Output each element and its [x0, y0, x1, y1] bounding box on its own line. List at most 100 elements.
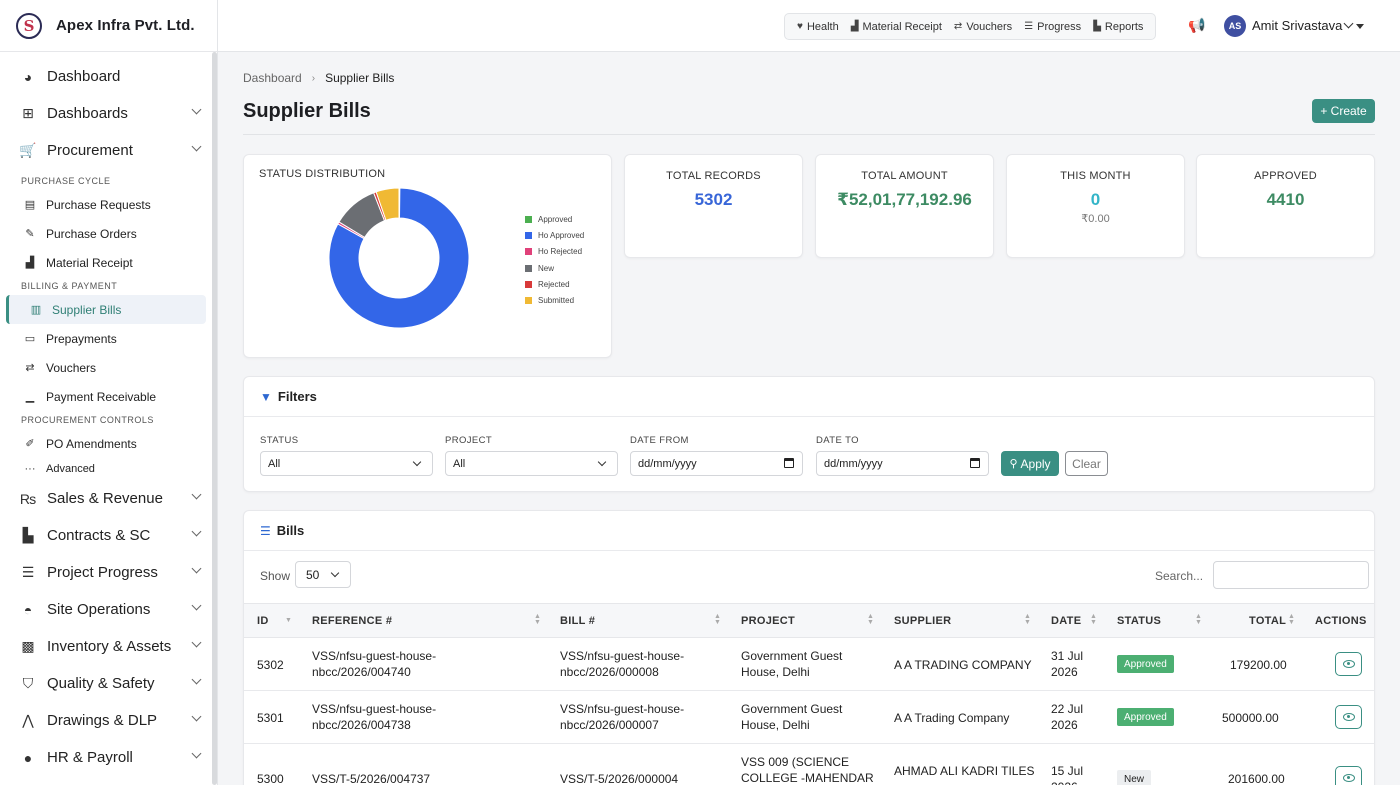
- exchange-icon: ⇄: [953, 21, 963, 32]
- legend-item-ho-rejected[interactable]: Ho Rejected: [525, 244, 584, 260]
- legend-item-new[interactable]: New: [525, 260, 584, 276]
- chevron-down-icon: [412, 457, 422, 467]
- sort-icon[interactable]: ▲ ▼: [867, 613, 874, 626]
- date-from-input[interactable]: dd/mm/yyyy: [630, 451, 803, 476]
- table-row[interactable]: 5301 VSS/nfsu-guest-house-nbcc/2026/0047…: [244, 691, 1374, 744]
- status-badge: Approved: [1117, 708, 1174, 726]
- quicklink-reports[interactable]: ▙ Reports: [1087, 14, 1149, 39]
- status-label: STATUS: [260, 435, 299, 446]
- project-label: PROJECT: [445, 435, 493, 446]
- date-placeholder: dd/mm/yyyy: [824, 457, 883, 470]
- project-select[interactable]: All: [445, 451, 618, 476]
- page-size-select[interactable]: 50: [295, 561, 351, 588]
- calendar-icon[interactable]: [970, 458, 980, 468]
- divider: [243, 134, 1375, 135]
- cell-reference: VSS/nfsu-guest-house-nbcc/2026/004738: [312, 701, 436, 733]
- col-total[interactable]: TOTAL: [1249, 615, 1286, 627]
- filters-card: ▼ Filters STATUS All PROJECT All DATE FRO…: [243, 376, 1375, 492]
- col-reference[interactable]: REFERENCE #: [312, 615, 392, 627]
- create-button[interactable]: + Create: [1312, 99, 1375, 123]
- view-button[interactable]: [1335, 705, 1362, 729]
- sidebar-item-dashboard[interactable]: ◕ Dashboard: [0, 58, 212, 95]
- search-input[interactable]: [1213, 561, 1369, 589]
- cell-line: 2026: [1051, 665, 1078, 679]
- sort-desc-icon[interactable]: ▼: [285, 617, 292, 624]
- megaphone-icon[interactable]: 📢: [1188, 17, 1205, 34]
- legend-item-submitted[interactable]: Submitted: [525, 292, 584, 308]
- col-id[interactable]: ID: [257, 615, 269, 627]
- sort-icon[interactable]: ▲ ▼: [1195, 613, 1202, 626]
- col-status[interactable]: STATUS: [1117, 615, 1161, 627]
- col-supplier[interactable]: SUPPLIER: [894, 615, 951, 627]
- sidebar-item-supplier-bills[interactable]: ▥ Supplier Bills: [6, 295, 206, 324]
- quicklink-material-receipt[interactable]: ▟ Material Receipt: [845, 14, 948, 39]
- col-project[interactable]: PROJECT: [741, 615, 795, 627]
- legend-swatch: [525, 280, 532, 288]
- sidebar-item-po-amendments[interactable]: ✐ PO Amendments: [0, 429, 212, 458]
- caret-down-icon[interactable]: [1356, 24, 1364, 29]
- sidebar-nav: ◕ Dashboard ⊞ Dashboards 🛒 Procurement PURC…: [0, 58, 212, 776]
- brand[interactable]: S Apex Infra Pvt. Ltd.: [0, 0, 217, 52]
- quicklink-vouchers[interactable]: ⇄ Vouchers: [948, 14, 1018, 39]
- sidebar-item-contracts-sc[interactable]: ▙ Contracts & SC: [0, 517, 212, 554]
- nav-section-controls: PROCUREMENT CONTROLS: [21, 415, 154, 425]
- compass-drafting-icon: ⋀: [22, 712, 34, 728]
- sidebar-item-material-receipt[interactable]: ▟ Material Receipt: [0, 248, 212, 277]
- table-row[interactable]: 5300 VSS/T-5/2026/004737 VSS/T-5/2026/00…: [244, 744, 1374, 785]
- sidebar-item-hr-payroll[interactable]: ● HR & Payroll: [0, 739, 212, 776]
- clear-button[interactable]: Clear: [1065, 451, 1108, 476]
- sort-icon[interactable]: ▲ ▼: [1090, 613, 1097, 626]
- col-bill[interactable]: BILL #: [560, 615, 595, 627]
- date-to-input[interactable]: dd/mm/yyyy: [816, 451, 989, 476]
- sidebar-item-quality-safety[interactable]: ⛉ Quality & Safety: [0, 665, 212, 702]
- select-value: 50: [306, 567, 320, 582]
- sidebar-item-prepayments[interactable]: ▭ Prepayments: [0, 324, 212, 353]
- sidebar-scrollbar[interactable]: [212, 52, 217, 785]
- sidebar-item-sales-revenue[interactable]: ₨ Sales & Revenue: [0, 480, 212, 517]
- avatar[interactable]: AS: [1224, 15, 1246, 37]
- sidebar-item-label: Dashboards: [47, 105, 128, 122]
- sort-icon[interactable]: ▲ ▼: [534, 613, 541, 626]
- sidebar-item-advanced[interactable]: ··· Advanced: [0, 458, 212, 480]
- cell-supplier: AHMAD ALI KADRI TILES: [894, 764, 1035, 778]
- sidebar-item-vouchers[interactable]: ⇄ Vouchers: [0, 353, 212, 382]
- calendar-icon[interactable]: [784, 458, 794, 468]
- sidebar-item-purchase-orders[interactable]: ✎ Purchase Orders: [0, 219, 212, 248]
- view-button[interactable]: [1335, 652, 1362, 676]
- sidebar-item-dashboards[interactable]: ⊞ Dashboards: [0, 95, 212, 132]
- invoice-icon: ▥: [30, 304, 42, 316]
- stat-total-records: TOTAL RECORDS 5302: [624, 154, 803, 258]
- user-name[interactable]: Amit Srivastava: [1252, 18, 1342, 33]
- sort-icon[interactable]: ▲ ▼: [714, 613, 721, 626]
- legend-item-approved[interactable]: Approved: [525, 211, 584, 227]
- legend-item-ho-approved[interactable]: Ho Approved: [525, 227, 584, 243]
- chevron-down-icon[interactable]: [1343, 18, 1354, 29]
- sidebar-item-drawings-dlp[interactable]: ⋀ Drawings & DLP: [0, 702, 212, 739]
- col-date[interactable]: DATE: [1051, 615, 1081, 627]
- view-button[interactable]: [1335, 766, 1362, 785]
- apply-button[interactable]: ⚲ Apply: [1001, 451, 1059, 476]
- sidebar-item-site-operations[interactable]: ◓ Site Operations: [0, 591, 212, 628]
- sidebar-item-payment-receivable[interactable]: ▁ Payment Receivable: [0, 382, 212, 411]
- sidebar-item-label: Site Operations: [47, 601, 151, 618]
- quicklink-health[interactable]: ♥ Health: [791, 14, 845, 39]
- cell-id: 5302: [257, 658, 284, 672]
- legend-label: New: [538, 263, 555, 273]
- sidebar-item-procurement[interactable]: 🛒 Procurement: [0, 132, 212, 169]
- sidebar-item-purchase-requests[interactable]: ▤ Purchase Requests: [0, 190, 212, 219]
- quicklink-progress[interactable]: ☰ Progress: [1018, 14, 1087, 39]
- cell-line: House, Delhi: [741, 665, 810, 679]
- legend-item-rejected[interactable]: Rejected: [525, 276, 584, 292]
- sidebar-item-project-progress[interactable]: ☰ Project Progress: [0, 554, 212, 591]
- sidebar-item-inventory-assets[interactable]: ▩ Inventory & Assets: [0, 628, 212, 665]
- sidebar-item-label: Supplier Bills: [52, 302, 122, 317]
- cell-supplier: A A Trading Company: [894, 711, 1010, 725]
- eye-icon: [1342, 713, 1355, 721]
- rupee-icon: ₨: [19, 490, 37, 507]
- table-row[interactable]: 5302 VSS/nfsu-guest-house-nbcc/2026/0047…: [244, 638, 1374, 691]
- file-contract-icon: ▙: [22, 527, 34, 543]
- sort-icon[interactable]: ▲ ▼: [1288, 613, 1295, 626]
- breadcrumb-home[interactable]: Dashboard: [243, 71, 302, 85]
- status-select[interactable]: All: [260, 451, 433, 476]
- sort-icon[interactable]: ▲ ▼: [1024, 613, 1031, 626]
